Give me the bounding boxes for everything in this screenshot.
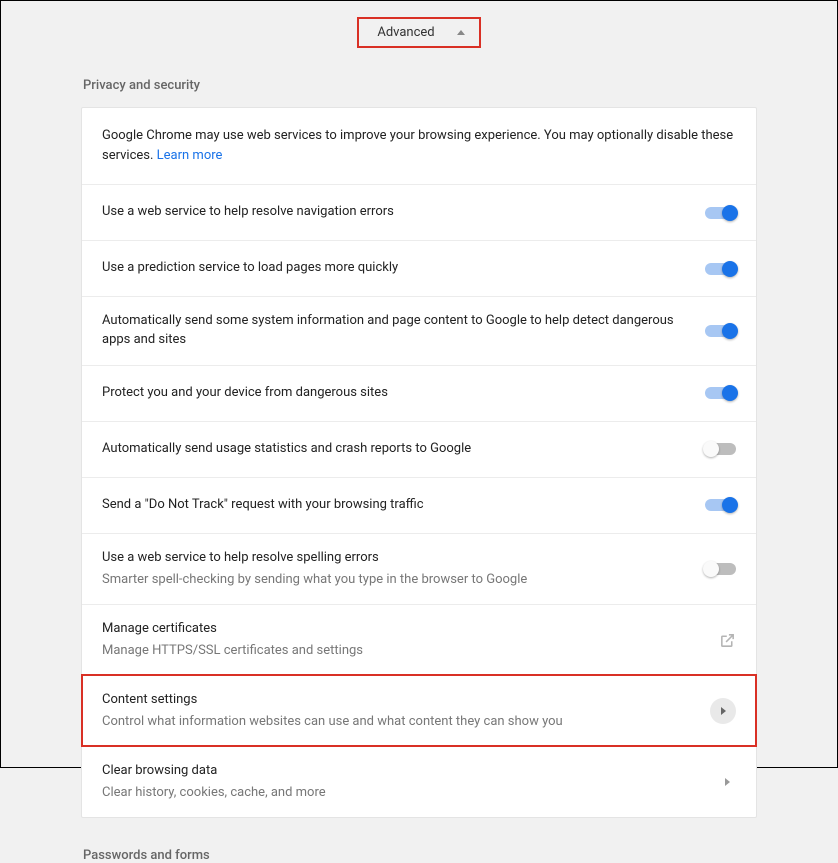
row-nav-errors: Use a web service to help resolve naviga… (82, 184, 756, 240)
open-external-icon (718, 631, 736, 649)
row-dnt: Send a "Do Not Track" request with your … (82, 477, 756, 533)
toggle-dnt[interactable] (705, 499, 736, 511)
row-sub: Clear history, cookies, cache, and more (102, 784, 704, 802)
chevron-up-icon (457, 30, 465, 35)
intro-row: Google Chrome may use web services to im… (82, 108, 756, 184)
toggle-usage-stats[interactable] (705, 443, 736, 455)
row-manage-certificates[interactable]: Manage certificates Manage HTTPS/SSL cer… (82, 604, 756, 675)
row-protect: Protect you and your device from dangero… (82, 365, 756, 421)
toggle-safe-content[interactable] (705, 325, 736, 337)
row-title: Protect you and your device from dangero… (102, 384, 691, 403)
row-sub: Control what information websites can us… (102, 713, 700, 731)
row-title: Content settings (102, 691, 700, 710)
row-title: Clear browsing data (102, 762, 704, 781)
row-safe-content: Automatically send some system informati… (82, 296, 756, 365)
row-usage-stats: Automatically send usage statistics and … (82, 421, 756, 477)
section-heading-passwords: Passwords and forms (83, 848, 757, 863)
chevron-right-icon (718, 773, 736, 791)
toggle-protect[interactable] (705, 387, 736, 399)
chevron-right-icon (710, 698, 736, 724)
row-title: Send a "Do Not Track" request with your … (102, 496, 691, 515)
section-heading-privacy: Privacy and security (83, 78, 757, 93)
toggle-spelling[interactable] (705, 563, 736, 575)
row-title: Use a web service to help resolve naviga… (102, 203, 691, 222)
intro-text: Google Chrome may use web services to im… (102, 126, 736, 166)
learn-more-link[interactable]: Learn more (157, 148, 223, 163)
row-title: Manage certificates (102, 620, 704, 639)
row-title: Use a web service to help resolve spelli… (102, 549, 691, 568)
privacy-settings-card: Google Chrome may use web services to im… (81, 107, 757, 818)
toggle-prediction[interactable] (705, 263, 736, 275)
toggle-nav-errors[interactable] (705, 207, 736, 219)
row-spelling: Use a web service to help resolve spelli… (82, 533, 756, 604)
advanced-toggle-button[interactable]: Advanced (357, 17, 480, 48)
row-content-settings[interactable]: Content settings Control what informatio… (82, 675, 756, 746)
row-title: Automatically send some system informati… (102, 312, 691, 350)
row-sub: Manage HTTPS/SSL certificates and settin… (102, 642, 704, 660)
row-title: Automatically send usage statistics and … (102, 440, 691, 459)
row-sub: Smarter spell-checking by sending what y… (102, 571, 691, 589)
row-clear-browsing-data[interactable]: Clear browsing data Clear history, cooki… (82, 746, 756, 817)
row-prediction: Use a prediction service to load pages m… (82, 240, 756, 296)
advanced-label: Advanced (377, 25, 434, 40)
row-title: Use a prediction service to load pages m… (102, 259, 691, 278)
